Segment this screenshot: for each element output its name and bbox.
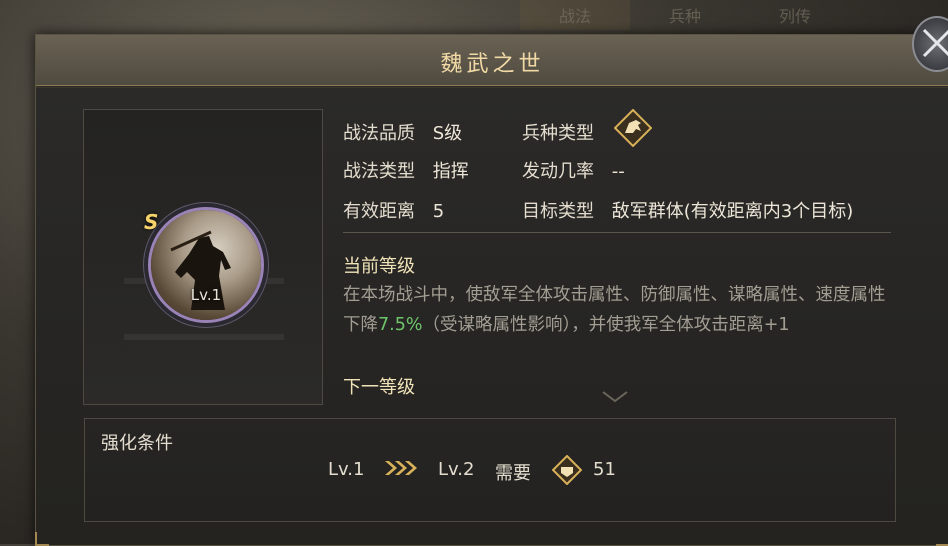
stat-target-value: 敌军群体(有效距离内3个目标): [611, 201, 854, 222]
title-bar: 魏武之世: [36, 35, 948, 88]
upgrade-to-level: Lv.2: [438, 459, 475, 480]
stat-quality-label: 战法品质: [343, 123, 415, 144]
stat-range: 有效距离 5: [343, 197, 444, 223]
dialog-title: 魏武之世: [440, 52, 545, 77]
current-level-description: 在本场战斗中，使敌军全体攻击属性、防御属性、谋略属性、速度属性下降7.5%（受谋…: [343, 280, 891, 340]
tactic-point-icon: [552, 455, 582, 485]
upgrade-title: 强化条件: [101, 433, 173, 454]
stat-quality-value: S级: [432, 123, 463, 144]
scroll-down-icon[interactable]: [602, 391, 628, 403]
background-tabs: 战法 兵种 列传: [520, 0, 900, 34]
stat-trigger: 发动几率 --: [522, 157, 625, 183]
stat-range-label: 有效距离: [343, 201, 415, 222]
stat-trigger-label: 发动几率: [522, 161, 594, 182]
stat-type: 战法类型 指挥: [343, 157, 469, 183]
upgrade-conditions-box: 强化条件 Lv.1 Lv.2 需要 51: [84, 418, 896, 522]
close-swords-icon: [922, 28, 948, 58]
next-level-heading: 下一等级: [343, 377, 415, 398]
bg-tab-biography: 列传: [778, 7, 811, 26]
stat-quality: 战法品质 S级: [343, 119, 462, 145]
upgrade-cost-value: 51: [593, 459, 616, 480]
stat-type-label: 战法类型: [343, 161, 415, 182]
stat-trigger-value: --: [611, 161, 625, 182]
stat-unit-type-label: 兵种类型: [522, 123, 594, 144]
bg-tab-tactic: 战法: [520, 0, 630, 30]
upgrade-from-level: Lv.1: [328, 459, 365, 480]
stat-unit-type: 兵种类型: [522, 119, 594, 145]
bg-tab-troop: 兵种: [668, 7, 701, 26]
desc-after: （受谋略属性影响），并使我军全体攻击距离+1: [422, 315, 790, 335]
triple-chevron-icon: [385, 461, 417, 475]
stats-divider: [343, 232, 891, 233]
stat-target-label: 目标类型: [522, 201, 594, 222]
desc-highlight: 7.5%: [378, 315, 423, 335]
stat-target: 目标类型 敌军群体(有效距离内3个目标): [522, 197, 853, 223]
tactic-detail-dialog: 魏武之世 S Lv.1 战法品质 S级 战法类型 指挥 有效距离 5 兵种类型 …: [35, 34, 948, 546]
portrait-level: Lv.1: [190, 286, 222, 304]
current-level-heading: 当前等级: [343, 256, 415, 277]
stat-range-value: 5: [432, 201, 445, 222]
portrait-panel: S Lv.1: [83, 109, 323, 405]
grade-badge: S: [144, 210, 159, 234]
upgrade-need-label: 需要: [495, 463, 531, 484]
cavalry-horse-icon[interactable]: [614, 109, 652, 147]
stat-type-value: 指挥: [432, 161, 469, 182]
